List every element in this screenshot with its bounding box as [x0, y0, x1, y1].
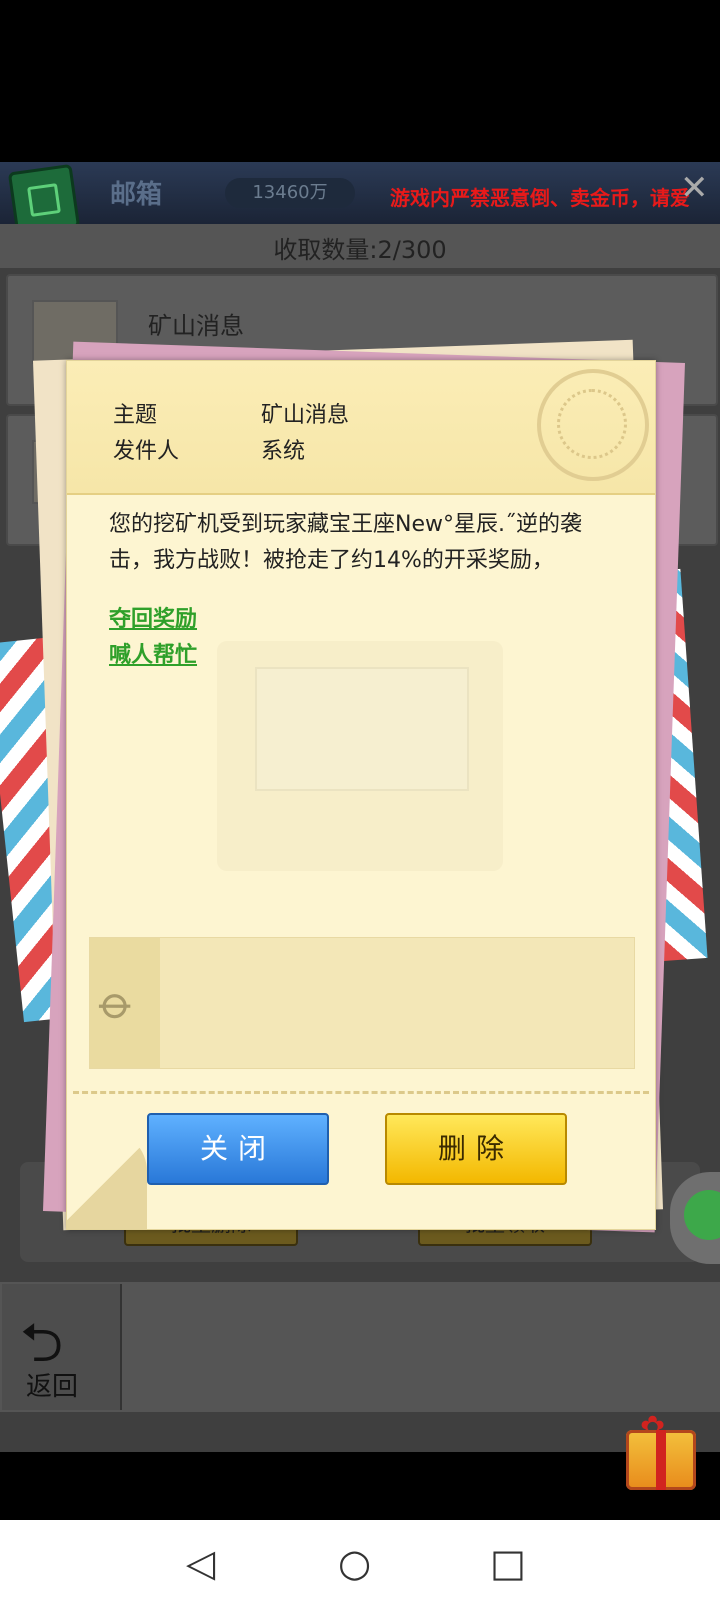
page-fold-decoration	[67, 1131, 147, 1229]
dialog-header: 主题 矿山消息 发件人 系统	[67, 361, 655, 495]
back-label: 返回	[26, 1372, 79, 1402]
system-navigation-bar: ◁ ○ □	[0, 1520, 720, 1600]
attachment-tab: ⌀	[88, 938, 160, 1068]
postmark-stamp-icon	[537, 369, 649, 481]
message-body: 您的挖矿机受到玩家藏宝王座New°星辰.˝逆的袭击，我方战败！被抢走了约14%的…	[109, 512, 582, 573]
delete-button[interactable]: 删除	[385, 1113, 567, 1185]
notice-ticker: 游戏内严禁恶意倒、卖金币，请爱	[390, 186, 690, 210]
close-button[interactable]: 关闭	[147, 1113, 329, 1185]
sender-value: 系统	[261, 439, 306, 464]
gift-box-icon[interactable]	[626, 1430, 696, 1490]
close-icon[interactable]: ✕	[680, 168, 709, 208]
sender-label: 发件人	[113, 439, 180, 464]
letter-watermark	[255, 667, 469, 791]
coin-counter: 13460万	[225, 178, 355, 208]
back-button[interactable]: ⮌ 返回	[2, 1284, 122, 1410]
top-bar: 邮箱 13460万 游戏内严禁恶意倒、卖金币，请爱 ✕	[0, 162, 720, 237]
subject-value: 矿山消息	[261, 403, 350, 428]
stamp-inner-ring	[557, 389, 627, 459]
home-circle-icon[interactable]: ○	[338, 1544, 371, 1582]
mail-detail-dialog: 主题 矿山消息 发件人 系统 您的挖矿机受到玩家藏宝王座New°星辰.˝逆的袭击…	[66, 360, 656, 1230]
reclaim-reward-link[interactable]: 夺回奖励	[109, 601, 197, 633]
attachment-area: ⌀	[89, 937, 635, 1069]
mail-title: 矿山消息	[148, 312, 244, 340]
mailbox-title: 邮箱	[110, 180, 163, 210]
dashed-divider	[73, 1091, 649, 1094]
back-triangle-icon[interactable]: ◁	[186, 1544, 215, 1582]
subject-label: 主题	[113, 403, 158, 428]
receive-count: 收取数量:2/300	[273, 236, 447, 264]
envelope-watermark-icon	[217, 641, 503, 871]
call-help-link[interactable]: 喊人帮忙	[109, 637, 197, 669]
recents-square-icon[interactable]: □	[490, 1544, 526, 1582]
paperclip-icon: ⌀	[88, 974, 147, 1032]
